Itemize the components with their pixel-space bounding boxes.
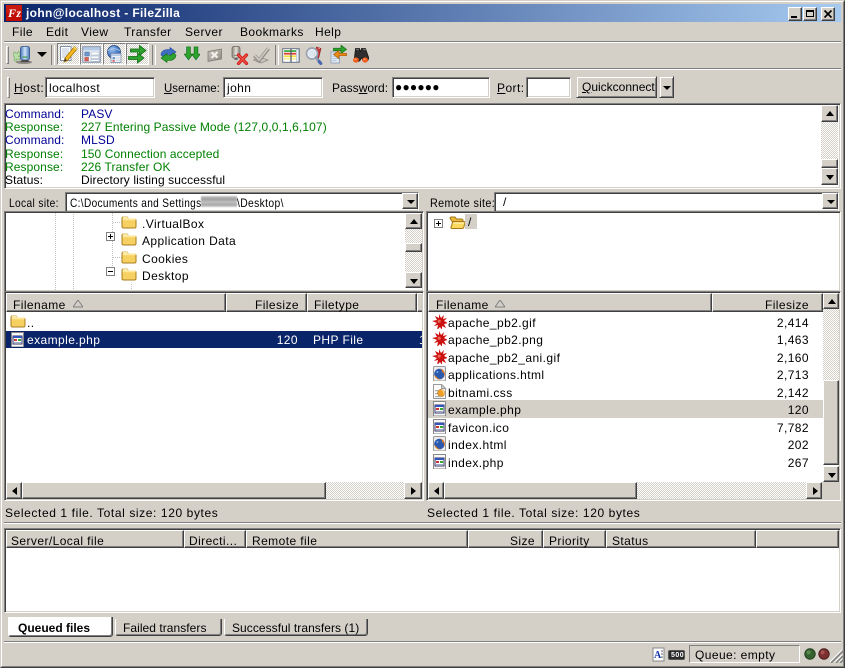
svg-text:A: A: [654, 650, 662, 661]
svg-text:Fz: Fz: [7, 6, 22, 20]
